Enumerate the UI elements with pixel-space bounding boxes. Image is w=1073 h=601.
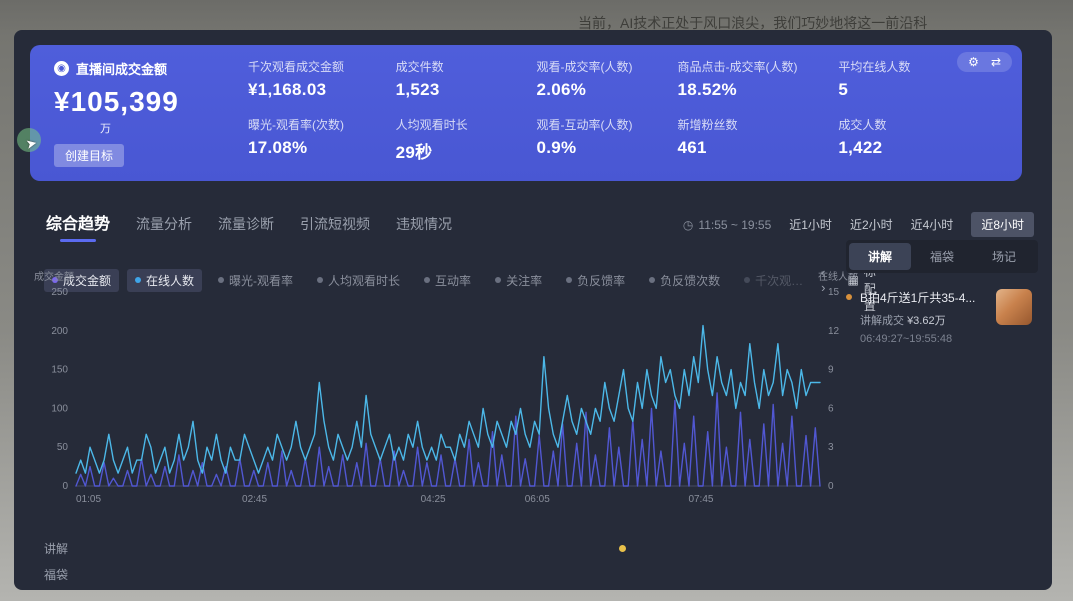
time-option-1h[interactable]: 近1小时 (789, 216, 832, 233)
right-sidebar: 讲解 福袋 场记 B拍4斤送1斤共35-4... 讲解成交 ¥3.62万 06:… (846, 240, 1038, 576)
metric-cell: 千次观看成交金额 ¥1,168.03 (248, 58, 388, 100)
metric-value: 461 (677, 138, 830, 158)
clock-icon: ◷ (683, 218, 693, 232)
metric-label: 千次观看成交金额 (248, 58, 388, 75)
explain-list-item[interactable]: B拍4斤送1斤共35-4... 讲解成交 ¥3.62万 06:49:27~19:… (846, 289, 1038, 345)
time-filter-bar: ◷ 11:55 ~ 19:55 近1小时 近2小时 近4小时 近8小时 (683, 212, 1034, 237)
metric-label: 商品点击-成交率(人数) (677, 58, 830, 75)
metric-value: 2.06% (537, 80, 670, 100)
explain-time-range: 06:49:27~19:55:48 (860, 333, 1038, 345)
primary-metric-unit: 万 (100, 120, 249, 136)
metric-label: 成交件数 (396, 58, 529, 75)
metric-label: 新增粉丝数 (677, 116, 830, 133)
svg-text:3: 3 (828, 442, 834, 453)
time-range-text: 11:55 ~ 19:55 (698, 218, 771, 232)
svg-text:9: 9 (828, 365, 834, 376)
svg-text:06:05: 06:05 (525, 494, 550, 505)
svg-text:01:05: 01:05 (76, 494, 101, 505)
metric-cell: 新增粉丝数 461 (677, 116, 830, 163)
metric-label: 观看-互动率(人数) (537, 116, 670, 133)
time-option-2h[interactable]: 近2小时 (850, 216, 893, 233)
timeline-row-explain: 讲解 (44, 540, 844, 558)
explain-marker-dot[interactable] (619, 545, 626, 552)
sidebar-tab-explain[interactable]: 讲解 (849, 243, 911, 270)
metric-value: 29秒 (396, 138, 529, 163)
deal-value: ¥3.62万 (907, 315, 946, 327)
product-title: B拍4斤送1斤共35-4... (860, 289, 978, 306)
sidebar-tab-log[interactable]: 场记 (973, 243, 1035, 270)
trend-chart[interactable]: 成交金额在线人数2502001501005001512963001:0502:4… (30, 270, 860, 516)
metric-value: 0.9% (537, 138, 670, 158)
trend-chart-svg: 成交金额在线人数2502001501005001512963001:0502:4… (30, 270, 860, 516)
svg-text:15: 15 (828, 287, 840, 298)
metric-label: 人均观看时长 (396, 116, 529, 133)
svg-text:02:45: 02:45 (242, 494, 267, 505)
metric-label: 曝光-观看率(次数) (248, 116, 388, 133)
metric-value: ¥1,168.03 (248, 80, 388, 100)
svg-text:0: 0 (828, 481, 834, 492)
timeline-row-label: 讲解 (44, 542, 68, 556)
svg-text:250: 250 (51, 287, 68, 298)
primary-metric-label: 直播间成交金额 (76, 59, 167, 78)
metric-cell: 平均在线人数 5 (838, 58, 958, 100)
tab-overall-trend[interactable]: 综合趋势 (46, 210, 110, 234)
metric-value: 1,523 (396, 80, 529, 100)
item-bullet-dot (846, 294, 852, 300)
svg-text:100: 100 (51, 403, 68, 414)
tab-traffic-diagnosis[interactable]: 流量诊断 (218, 214, 274, 234)
metric-label: 成交人数 (838, 116, 958, 133)
metric-cell: 观看-成交率(人数) 2.06% (537, 58, 670, 100)
metric-value: 1,422 (838, 138, 958, 158)
metric-cell: 曝光-观看率(次数) 17.08% (248, 116, 388, 163)
metric-cell: 商品点击-成交率(人数) 18.52% (677, 58, 830, 100)
metric-cell: 观看-互动率(人数) 0.9% (537, 116, 670, 163)
metric-cell: 人均观看时长 29秒 (396, 116, 529, 163)
svg-text:04:25: 04:25 (421, 494, 446, 505)
metric-label: 平均在线人数 (838, 58, 958, 75)
product-thumbnail (996, 289, 1032, 325)
sidebar-tab-lucky-bag[interactable]: 福袋 (911, 243, 973, 270)
tab-traffic-analysis[interactable]: 流量分析 (136, 214, 192, 234)
timeline-row-label: 福袋 (44, 568, 68, 582)
tab-short-video[interactable]: 引流短视频 (300, 214, 370, 234)
target-icon: ◉ (54, 61, 69, 76)
svg-text:6: 6 (828, 403, 834, 414)
metric-value: 18.52% (677, 80, 830, 100)
svg-text:50: 50 (57, 442, 69, 453)
create-goal-button[interactable]: 创建目标 (54, 144, 124, 167)
metric-value: 17.08% (248, 138, 388, 158)
svg-text:150: 150 (51, 365, 68, 376)
hero-metrics-panel: ◉ 直播间成交金额 ¥105,399 万 创建目标 千次观看成交金额 ¥1,16… (30, 45, 1022, 181)
metric-value: 5 (838, 80, 958, 100)
svg-text:12: 12 (828, 326, 840, 337)
tab-violations[interactable]: 违规情况 (396, 214, 452, 234)
metric-cell: 成交件数 1,523 (396, 58, 529, 100)
metric-cell: 成交人数 1,422 (838, 116, 958, 163)
svg-text:成交金额: 成交金额 (34, 270, 74, 283)
time-option-8h[interactable]: 近8小时 (971, 212, 1034, 237)
deal-label: 讲解成交 (860, 315, 904, 327)
time-option-4h[interactable]: 近4小时 (911, 216, 954, 233)
primary-metric: ◉ 直播间成交金额 ¥105,399 万 创建目标 (54, 59, 249, 167)
sidebar-tab-bar: 讲解 福袋 场记 (846, 240, 1038, 273)
primary-metric-value: ¥105,399 (54, 86, 249, 118)
swap-layout-icon[interactable]: ⇄ (991, 55, 1001, 69)
svg-text:0: 0 (62, 481, 68, 492)
timeline-row-lucky-bag: 福袋 (44, 566, 844, 584)
metric-label: 观看-成交率(人数) (537, 58, 670, 75)
hero-action-pill: ⚙ ⇄ (957, 52, 1012, 72)
metric-grid: 千次观看成交金额 ¥1,168.03 成交件数 1,523 观看-成交率(人数)… (248, 58, 958, 163)
live-dashboard-panel: ◉ 直播间成交金额 ¥105,399 万 创建目标 千次观看成交金额 ¥1,16… (14, 30, 1052, 590)
svg-text:200: 200 (51, 326, 68, 337)
settings-gear-icon[interactable]: ⚙ (968, 55, 979, 69)
svg-text:07:45: 07:45 (688, 494, 713, 505)
main-tab-bar: 综合趋势 流量分析 流量诊断 引流短视频 违规情况 (46, 210, 452, 234)
